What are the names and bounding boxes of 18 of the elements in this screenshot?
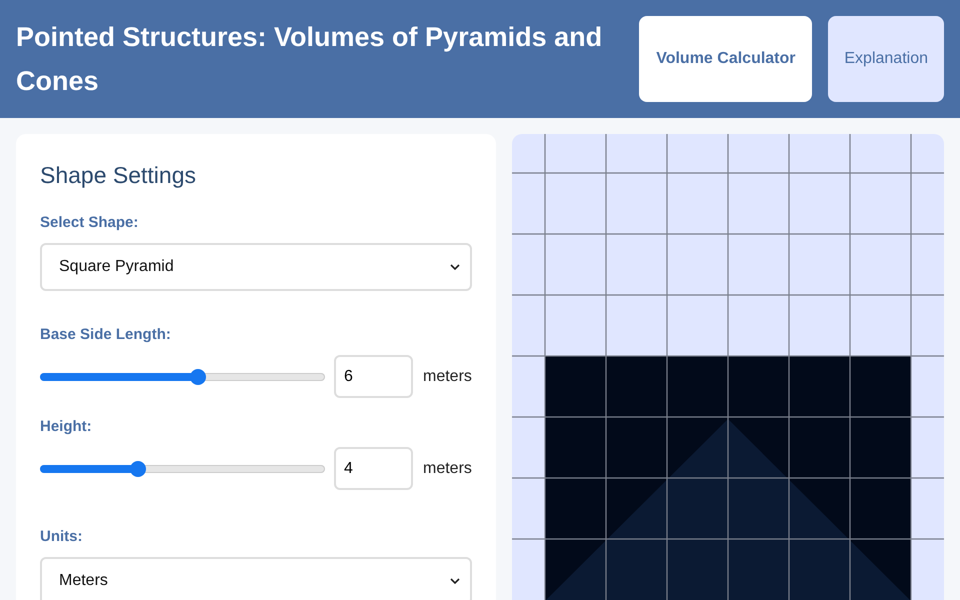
unit-label: meters	[423, 368, 472, 386]
chevron-down-icon	[450, 578, 460, 584]
field-label: Select Shape:	[40, 214, 138, 231]
number-input[interactable]: 6	[334, 355, 413, 398]
unit-label: meters	[423, 460, 472, 478]
slider[interactable]	[40, 460, 325, 476]
chevron-down-icon	[450, 264, 460, 270]
field-label: Base Side Length:	[40, 326, 171, 343]
card-title: Shape Settings	[40, 162, 198, 189]
field-label: Units:	[40, 528, 82, 545]
field-label: Height:	[40, 418, 92, 435]
slider[interactable]	[40, 368, 325, 384]
page-title: Pointed Structures: Volumes of Pyramids and Cones	[16, 21, 604, 98]
tab[interactable]: Volume Calculator	[639, 16, 812, 102]
dropdown[interactable]: Square Pyramid	[40, 243, 472, 291]
number-input[interactable]: 4	[334, 447, 413, 490]
tab[interactable]: Explanation	[828, 16, 944, 102]
dropdown[interactable]: Meters	[40, 557, 472, 600]
